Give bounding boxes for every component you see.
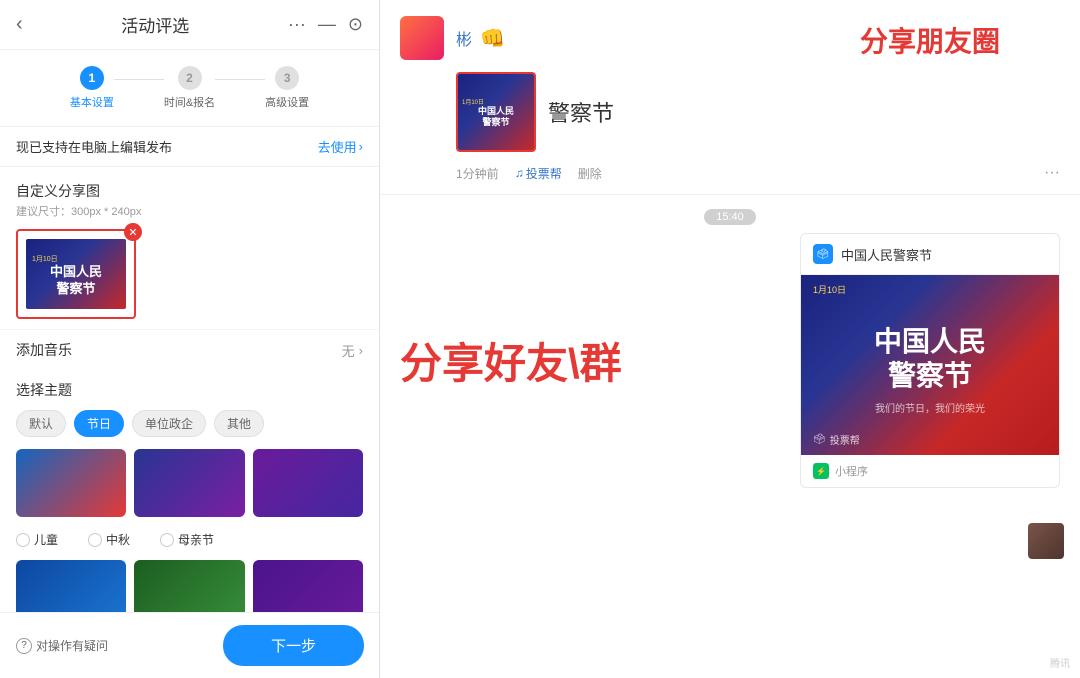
theme-radio-child[interactable]: 儿童 [16,531,58,548]
share-image-hint: 建议尺寸：300px * 240px [16,203,363,219]
more-icon[interactable]: ··· [288,14,306,35]
step-2[interactable]: 2 时间&报名 [164,66,215,110]
chat-card[interactable]: 🗳 中国人民警察节 1月10日 中国人民 警察节 我们的节日，我们的荣光 🗳 投… [800,233,1060,488]
share-friend-label: 分享好友\群 [400,233,800,488]
help-label: 对操作有疑问 [36,637,108,654]
post-thumb-inner: 1月10日 中国人民 警察节 [458,74,534,150]
header-icons: ··· — ⊙ [288,14,363,35]
user-info: 彬 👊 [456,26,505,51]
pc-banner-text: 现已支持在电脑上编辑发布 [16,137,172,156]
theme-radio-row: 儿童 中秋 母亲节 [16,527,363,552]
post-time: 1分钟前 [456,165,499,182]
chat-card-title: 中国人民警察节 [841,245,932,264]
footer: ? 对操作有疑问 下一步 [0,612,380,678]
mobile-area: 分享朋友圈 彬 👊 1月10日 中国人民 警察节 [380,0,1080,678]
app-header: ‹ 活动评选 ··· — ⊙ [0,0,379,50]
avatar [400,16,444,60]
post-thumbnail: 1月10日 中国人民 警察节 [456,72,536,152]
radio-midautumn-circle [88,533,102,547]
back-icon[interactable]: ‹ [16,13,23,36]
time-bubble: 15:40 [380,209,1080,225]
step-1[interactable]: 1 基本设置 [70,66,114,110]
steps: 1 基本设置 2 时间&报名 3 高级设置 [0,50,379,126]
theme-tags: 默认 节日 单位政企 其他 [16,410,363,437]
step-2-label: 时间&报名 [164,94,215,110]
theme-radio-mothers[interactable]: 母亲节 [160,531,214,548]
pc-banner-link[interactable]: 去使用 › [318,137,363,156]
vote-icon: 🗳 [813,244,833,264]
share-image-remove[interactable]: ✕ [124,223,142,241]
music-label: 添加音乐 [16,340,72,360]
post-thumb-title: 中国人民 警察节 [478,106,514,128]
left-panel: ‹ 活动评选 ··· — ⊙ 1 基本设置 2 时间&报名 3 高级设置 现已支… [0,0,380,678]
theme-tag-default[interactable]: 默认 [16,410,66,437]
divider [380,194,1080,195]
post-meta: 1分钟前 ♫ 投票帮 删除 ··· [380,164,1080,182]
share-friend-area: 分享好友\群 🗳 中国人民警察节 1月10日 中国人民 警察节 我们的节日，我们… [380,233,1080,488]
mini-program-icon: ⚡ [813,463,829,479]
right-panel: 分享朋友圈 彬 👊 1月10日 中国人民 警察节 [380,0,1080,678]
share-image-title: 自定义分享图 [16,181,363,201]
share-circle-label: 分享朋友圈 [860,20,1000,60]
chat-card-header: 🗳 中国人民警察节 [801,234,1059,275]
step-line-1 [114,79,164,80]
share-image-box[interactable]: 1月10日 中国人民 警察节 ✕ [16,229,136,319]
share-image-preview: 1月10日 中国人民 警察节 [26,239,126,309]
step-3-label: 高级设置 [265,94,309,110]
step-3[interactable]: 3 高级设置 [265,66,309,110]
next-button[interactable]: 下一步 [223,625,364,666]
post-thumb-date: 1月10日 [462,97,484,106]
theme-card-3[interactable] [253,449,363,517]
step-1-label: 基本设置 [70,94,114,110]
share-img-title: 中国人民 警察节 [50,264,102,298]
music-value[interactable]: 无 › [342,341,363,360]
card-img-logo: 🗳 投票帮 [813,432,860,447]
theme-section: 选择主题 默认 节日 单位政企 其他 儿童 中秋 母亲节 [0,370,379,638]
step-2-circle: 2 [178,66,202,90]
theme-tag-gov[interactable]: 单位政企 [132,410,206,437]
close-icon[interactable]: ⊙ [348,14,363,35]
theme-tag-other[interactable]: 其他 [214,410,264,437]
username: 彬 [456,26,472,50]
time-bubble-text: 15:40 [704,209,756,225]
help-button[interactable]: ? 对操作有疑问 [16,637,108,654]
radio-mothers-circle [160,533,174,547]
pc-banner: 现已支持在电脑上编辑发布 去使用 › [0,126,379,167]
theme-tag-holiday[interactable]: 节日 [74,410,124,437]
right-avatar [1028,523,1064,559]
card-img-sub: 我们的节日，我们的荣光 [875,400,985,415]
chat-card-footer: ⚡ 小程序 [801,455,1059,487]
share-image-section: 自定义分享图 建议尺寸：300px * 240px 1月10日 中国人民 警察节… [0,167,379,329]
theme-grid-row1 [16,449,363,517]
chat-card-image: 1月10日 中国人民 警察节 我们的节日，我们的荣光 🗳 投票帮 [801,275,1059,455]
post-content-right: 警察节 [548,72,614,152]
minimize-icon[interactable]: — [318,14,336,35]
step-1-circle: 1 [80,66,104,90]
delete-action[interactable]: 删除 [578,165,602,182]
user-emoji: 👊 [480,26,505,51]
music-section: 添加音乐 无 › [0,329,379,370]
app-title: 活动评选 [121,12,189,37]
theme-card-2[interactable] [134,449,244,517]
avatar-placeholder [400,16,444,60]
bottom-label: 腾讯 [1050,655,1070,670]
post-title-text: 警察节 [548,96,614,128]
card-img-date: 1月10日 [813,283,846,296]
vote-action[interactable]: ♫ 投票帮 [515,165,562,182]
theme-card-1[interactable] [16,449,126,517]
mini-label: 小程序 [835,463,868,479]
card-img-main: 中国人民 警察节 [874,325,986,392]
step-line-2 [215,79,265,80]
theme-title: 选择主题 [16,380,363,400]
step-3-circle: 3 [275,66,299,90]
post-more-icon[interactable]: ··· [1044,164,1060,182]
radio-child-circle [16,533,30,547]
share-img-date: 1月10日 [32,254,58,264]
post-area: 1月10日 中国人民 警察节 警察节 [380,72,1080,164]
theme-radio-midautumn[interactable]: 中秋 [88,531,130,548]
